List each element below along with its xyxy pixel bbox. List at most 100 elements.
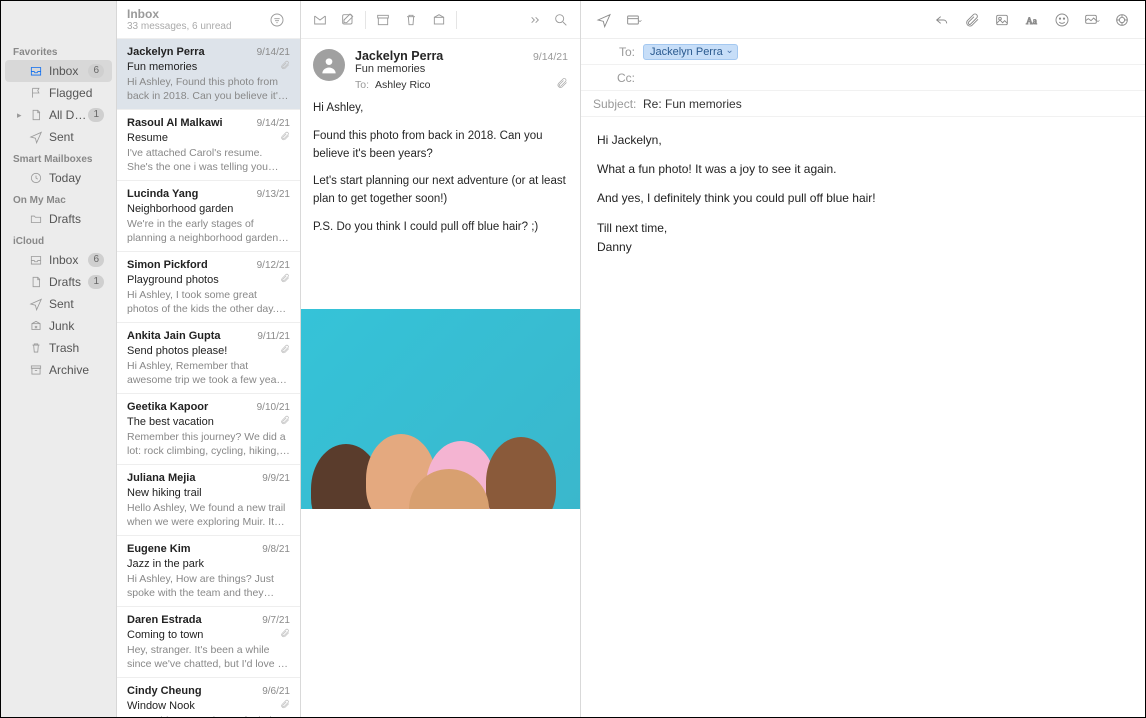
header-fields-icon[interactable]: ⌄ <box>621 7 647 33</box>
message-item[interactable]: Rasoul Al Malkawi9/14/21ResumeI've attac… <box>117 110 300 181</box>
sidebar-item-label: Today <box>49 171 104 185</box>
attachment-icon <box>280 273 290 288</box>
sidebar-item-drafts[interactable]: Drafts <box>5 208 112 230</box>
reply-arrow-icon[interactable] <box>929 7 955 33</box>
message-from: Simon Pickford <box>127 258 257 273</box>
compose-subject-field[interactable]: Subject: Re: Fun memories <box>581 91 1145 117</box>
message-preview: Hello Ashley, We found a new trail when … <box>127 501 290 529</box>
attachment-icon <box>280 60 290 75</box>
message-item[interactable]: Simon Pickford9/12/21Playground photosHi… <box>117 252 300 323</box>
sidebar-item-trash[interactable]: Trash <box>5 337 112 359</box>
send-icon[interactable] <box>591 7 617 33</box>
message-preview: Hi Ashley, Remember that awesome trip we… <box>127 359 290 387</box>
sidebar-item-today[interactable]: Today <box>5 167 112 189</box>
message-date: 9/14/21 <box>257 117 290 131</box>
send-icon <box>29 297 43 311</box>
message-item[interactable]: Lucinda Yang9/13/21Neighborhood gardenWe… <box>117 181 300 252</box>
sidebar-item-sent[interactable]: Sent <box>5 293 112 315</box>
message-item[interactable]: Daren Estrada9/7/21Coming to townHey, st… <box>117 607 300 678</box>
search-icon[interactable] <box>548 7 574 33</box>
compose-subject-value[interactable]: Re: Fun memories <box>643 97 1133 111</box>
message-subject: Fun memories <box>127 60 280 75</box>
message-item[interactable]: Geetika Kapoor9/10/21The best vacationRe… <box>117 394 300 465</box>
viewer-toolbar <box>301 1 580 39</box>
filter-icon[interactable] <box>264 7 290 33</box>
message-date: 9/11/21 <box>257 330 290 344</box>
sidebar-item-label: Trash <box>49 341 104 355</box>
compose-cc-label: Cc: <box>593 71 643 85</box>
media-browser-icon[interactable]: ⌄ <box>1079 7 1105 33</box>
junk-icon[interactable] <box>426 7 452 33</box>
message-preview: Remember this journey? We did a lot: roc… <box>127 430 290 458</box>
sidebar-item-label: Junk <box>49 319 104 333</box>
inbox-icon <box>29 64 43 78</box>
compose-cc-field[interactable]: Cc: <box>581 65 1145 91</box>
sidebar-item-junk[interactable]: Junk <box>5 315 112 337</box>
svg-text:Aa: Aa <box>1026 17 1038 27</box>
markup-icon[interactable] <box>1109 7 1135 33</box>
compose-body[interactable]: Hi Jackelyn, What a fun photo! It was a j… <box>581 117 1145 717</box>
viewer-to-value: Ashley Rico <box>375 79 556 91</box>
message-item[interactable]: Ankita Jain Gupta9/11/21Send photos plea… <box>117 323 300 394</box>
compose-body-line[interactable]: Hi Jackelyn, <box>597 131 1129 150</box>
message-subject: Neighborhood garden <box>127 202 280 217</box>
message-item[interactable]: Juliana Mejia9/9/21New hiking trailHello… <box>117 465 300 536</box>
more-icon[interactable] <box>520 7 546 33</box>
message-from: Geetika Kapoor <box>127 400 257 415</box>
compose-to-field[interactable]: To: Jackelyn Perra <box>581 39 1145 65</box>
sidebar-item-archive[interactable]: Archive <box>5 359 112 381</box>
compose-body-line[interactable]: What a fun photo! It was a joy to see it… <box>597 160 1129 179</box>
doc-icon <box>29 275 43 289</box>
viewer-body-line: Found this photo from back in 2018. Can … <box>313 128 568 164</box>
message-preview: We're in the early stages of planning a … <box>127 217 290 245</box>
message-item[interactable]: Jackelyn Perra9/14/21Fun memoriesHi Ashl… <box>117 39 300 110</box>
compose-to-label: To: <box>593 45 643 59</box>
sidebar-item-sent[interactable]: Sent <box>5 126 112 148</box>
sidebar-section-header: On My Mac <box>1 189 116 208</box>
viewer-body-line: Let's start planning our next adventure … <box>313 173 568 209</box>
message-item[interactable]: Eugene Kim9/8/21Jazz in the parkHi Ashle… <box>117 536 300 607</box>
archive-icon[interactable] <box>370 7 396 33</box>
attach-icon[interactable] <box>959 7 985 33</box>
message-list-body: Jackelyn Perra9/14/21Fun memoriesHi Ashl… <box>117 39 300 717</box>
message-subject: The best vacation <box>127 415 280 430</box>
compose-body-line[interactable]: Till next time, Danny <box>597 219 1129 257</box>
viewer-subject: Fun memories <box>355 63 568 75</box>
recipient-pill[interactable]: Jackelyn Perra <box>643 44 738 60</box>
sidebar-item-inbox[interactable]: Inbox6 <box>5 60 112 82</box>
message-from: Lucinda Yang <box>127 187 257 202</box>
compose-icon[interactable] <box>335 7 361 33</box>
trash-icon[interactable] <box>398 7 424 33</box>
sidebar-item-drafts[interactable]: Drafts1 <box>5 271 112 293</box>
viewer-attachment-image[interactable] <box>301 309 580 509</box>
message-from: Daren Estrada <box>127 613 262 628</box>
format-icon[interactable]: Aa <box>1019 7 1045 33</box>
send-icon <box>29 130 43 144</box>
message-from: Eugene Kim <box>127 542 262 557</box>
sidebar-item-label: Inbox <box>49 253 88 267</box>
compose-body-line[interactable]: And yes, I definitely think you could pu… <box>597 189 1129 208</box>
emoji-icon[interactable] <box>1049 7 1075 33</box>
message-date: 9/14/21 <box>257 46 290 60</box>
attachment-icon <box>280 628 290 643</box>
photo-icon[interactable] <box>989 7 1015 33</box>
message-preview: Hey, stranger. It's been a while since w… <box>127 643 290 671</box>
viewer-body-line: P.S. Do you think I could pull off blue … <box>313 219 568 237</box>
viewer-body: Hi Ashley,Found this photo from back in … <box>301 100 580 309</box>
sidebar-badge: 6 <box>88 64 104 78</box>
sidebar-item-inbox[interactable]: Inbox6 <box>5 249 112 271</box>
mailbox-sidebar: FavoritesInbox6Flagged▸All Drafts1SentSm… <box>1 1 117 717</box>
folder-icon <box>29 212 43 226</box>
inbox-icon <box>29 253 43 267</box>
message-preview: Hi Ashley, Found this photo from back in… <box>127 75 290 103</box>
message-subject: Resume <box>127 131 280 146</box>
viewer-to-label: To: <box>355 79 369 91</box>
attachment-icon <box>280 699 290 714</box>
sidebar-item-all-drafts[interactable]: ▸All Drafts1 <box>5 104 112 126</box>
message-item[interactable]: Cindy Cheung9/6/21Window NookHey Ashley!… <box>117 678 300 717</box>
sender-avatar <box>313 49 345 81</box>
reply-icon[interactable] <box>307 7 333 33</box>
sidebar-item-flagged[interactable]: Flagged <box>5 82 112 104</box>
message-from: Jackelyn Perra <box>127 45 257 60</box>
message-preview: I've attached Carol's resume. She's the … <box>127 146 290 174</box>
